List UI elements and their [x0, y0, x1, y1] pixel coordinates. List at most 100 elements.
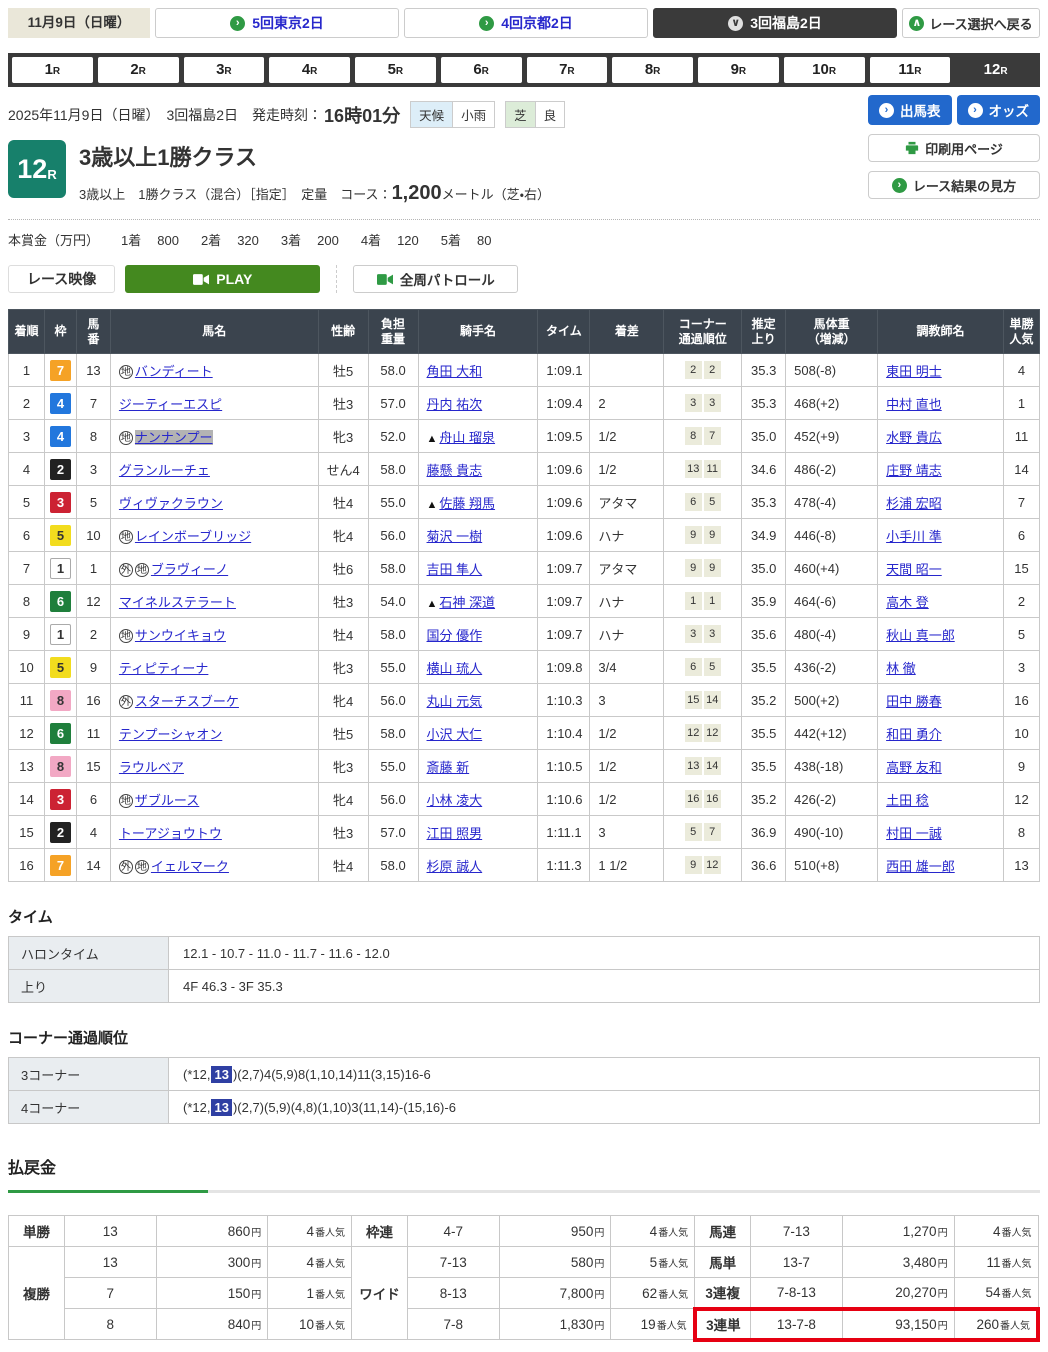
jockey-link[interactable]: 江田 照男 [427, 826, 483, 841]
cell-bracket: 6 [44, 717, 76, 750]
payout-combination: 8-13 [407, 1278, 499, 1309]
cell-weight-carried: 56.0 [368, 684, 418, 717]
race-tab-1r[interactable]: 1R [12, 57, 93, 83]
race-tab-8r[interactable]: 8R [612, 57, 693, 83]
cell-corner-order: 87 [664, 420, 742, 453]
race-tab-3r[interactable]: 3R [184, 57, 265, 83]
horse-name-link[interactable]: ジーティーエスピ [119, 397, 222, 412]
cell-horse-weight: 436(-2) [786, 651, 878, 684]
jockey-link[interactable]: 杉原 誠人 [427, 859, 483, 874]
course-unit: メートル（芝・右） [442, 187, 550, 202]
play-button[interactable]: PLAY [125, 265, 320, 293]
jockey-link[interactable]: 国分 優作 [427, 628, 483, 643]
jockey-link[interactable]: 丹内 祐次 [427, 397, 483, 412]
horse-name-link[interactable]: イェルマーク [151, 859, 229, 874]
race-tab-12r[interactable]: 12R [955, 57, 1036, 83]
meeting-tab[interactable]: ›4回京都2日 [404, 8, 648, 38]
trainer-link[interactable]: 土田 稔 [886, 793, 929, 808]
meeting-tab[interactable]: ∨3回福島2日 [653, 8, 897, 38]
trainer-link[interactable]: 西田 雄一郎 [886, 859, 955, 874]
horse-name-link[interactable]: ティピティーナ [119, 661, 208, 676]
results-header-cell: 推定 上り [742, 310, 786, 354]
payout-section-title: 払戻金 [8, 1154, 1040, 1178]
cell-bracket: 5 [44, 651, 76, 684]
jockey-link[interactable]: 藤懸 貴志 [427, 463, 483, 478]
cell-horse-number: 10 [76, 519, 110, 552]
cell-last-3f: 36.6 [742, 849, 786, 882]
horse-name-link[interactable]: レインボーブリッジ [135, 529, 251, 544]
race-tab-9r[interactable]: 9R [698, 57, 779, 83]
jockey-link[interactable]: 角田 大和 [427, 364, 483, 379]
race-tab-7r[interactable]: 7R [527, 57, 608, 83]
print-page-button[interactable]: 印刷用ページ [868, 134, 1040, 162]
jockey-link[interactable]: 佐藤 翔馬 [439, 496, 495, 511]
jockey-link[interactable]: 小林 凌大 [427, 793, 483, 808]
trainer-link[interactable]: 庄野 靖志 [886, 463, 942, 478]
race-tab-5r[interactable]: 5R [355, 57, 436, 83]
horse-name-link[interactable]: サンウイキョウ [135, 628, 226, 643]
cell-weight-carried: 58.0 [368, 354, 418, 387]
trainer-link[interactable]: 天間 昭一 [886, 562, 942, 577]
results-header-cell: 着差 [590, 310, 664, 354]
cell-time: 1:09.6 [538, 453, 590, 486]
odds-button[interactable]: › オッズ [957, 95, 1041, 125]
trainer-link[interactable]: 田中 勝春 [886, 694, 942, 709]
horse-name-link[interactable]: ラウルベア [119, 760, 184, 775]
horse-name-link[interactable]: グランルーチェ [119, 463, 210, 478]
jockey-link[interactable]: 横山 琉人 [427, 661, 483, 676]
trainer-link[interactable]: 水野 貴広 [886, 430, 942, 445]
race-tab-6r[interactable]: 6R [441, 57, 522, 83]
payout-combination: 8 [64, 1309, 156, 1340]
race-tab-10r[interactable]: 10R [784, 57, 865, 83]
cell-last-3f: 35.5 [742, 651, 786, 684]
race-tab-11r[interactable]: 11R [870, 57, 951, 83]
horse-name-link[interactable]: ナンナンプー [135, 430, 213, 445]
horse-name-link[interactable]: ザブルース [135, 793, 199, 808]
race-tab-2r[interactable]: 2R [98, 57, 179, 83]
results-guide-button[interactable]: › レース結果の見方 [868, 171, 1040, 199]
back-to-race-select-button[interactable]: ∧ レース選択へ戻る [902, 8, 1040, 38]
corner-position-box: 8 [685, 427, 702, 445]
jockey-link[interactable]: 丸山 元気 [427, 694, 483, 709]
patrol-video-button[interactable]: 全周パトロール [353, 265, 518, 293]
race-header: 2025年11月9日（日曜） 3回福島2日 発走時刻： 16時01分 天候 小雨… [0, 87, 1048, 251]
trainer-link[interactable]: 高野 友和 [886, 760, 942, 775]
horse-name-link[interactable]: ブラヴィーノ [151, 562, 228, 577]
race-tab-suffix: R [567, 66, 574, 77]
cell-weight-carried: 52.0 [368, 420, 418, 453]
entries-button[interactable]: › 出馬表 [868, 95, 952, 125]
jockey-link[interactable]: 舟山 瑠泉 [439, 430, 495, 445]
cell-last-3f: 35.0 [742, 552, 786, 585]
horse-name-link[interactable]: トーアジョウトウ [119, 826, 222, 841]
jockey-link[interactable]: 小沢 大仁 [427, 727, 483, 742]
trainer-link[interactable]: 村田 一誠 [886, 826, 942, 841]
race-tab-4r[interactable]: 4R [269, 57, 350, 83]
cell-trainer: 杉浦 宏昭 [878, 486, 1004, 519]
corner-row: 3コーナー(*12,13)(2,7)4(5,9)8(1,10,14)11(3,1… [9, 1058, 1040, 1091]
trainer-link[interactable]: 林 徹 [886, 661, 916, 676]
jockey-link[interactable]: 吉田 隼人 [427, 562, 483, 577]
cell-trainer: 小手川 準 [878, 519, 1004, 552]
horse-name-link[interactable]: テンプーシャオン [119, 727, 222, 742]
cell-horse-number: 1 [76, 552, 110, 585]
jockey-link[interactable]: 斎藤 新 [427, 760, 470, 775]
results-header-cell: 馬 番 [76, 310, 110, 354]
horse-name-link[interactable]: バンディート [135, 364, 213, 379]
trainer-link[interactable]: 和田 勇介 [886, 727, 942, 742]
bracket-badge: 2 [50, 822, 71, 843]
corner-position-box: 2 [704, 361, 721, 379]
meeting-tab[interactable]: ›5回東京2日 [155, 8, 399, 38]
cell-jockey: ▲舟山 瑠泉 [418, 420, 538, 453]
trainer-link[interactable]: 東田 明士 [886, 364, 942, 379]
horse-name-link[interactable]: マイネルステラート [119, 595, 236, 610]
turf-condition-box: 芝 良 [505, 101, 565, 128]
horse-name-link[interactable]: スターチスブーケ [135, 694, 239, 709]
horse-name-link[interactable]: ヴィヴァクラウン [119, 496, 223, 511]
trainer-link[interactable]: 中村 直也 [886, 397, 942, 412]
trainer-link[interactable]: 小手川 準 [886, 529, 942, 544]
jockey-link[interactable]: 石神 深道 [439, 595, 495, 610]
trainer-link[interactable]: 杉浦 宏昭 [886, 496, 942, 511]
trainer-link[interactable]: 秋山 真一郎 [886, 628, 955, 643]
jockey-link[interactable]: 菊沢 一樹 [427, 529, 483, 544]
trainer-link[interactable]: 高木 登 [886, 595, 929, 610]
